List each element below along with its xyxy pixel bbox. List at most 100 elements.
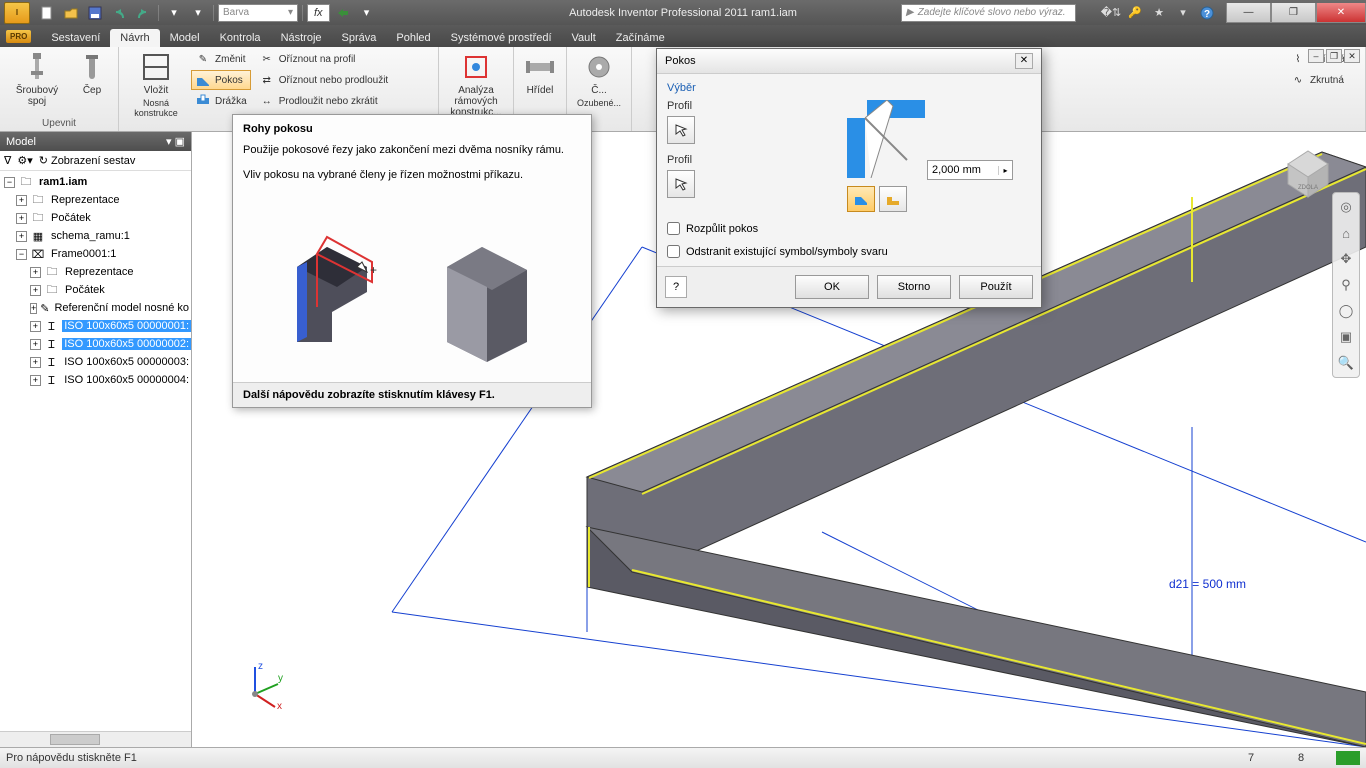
folder-icon: 🗀 bbox=[44, 283, 60, 297]
minimize-button[interactable]: — bbox=[1226, 3, 1271, 23]
help-dropdown[interactable]: ▾ bbox=[1172, 3, 1194, 23]
tree-reprezentace[interactable]: +🗀Reprezentace bbox=[0, 191, 191, 209]
qat-save[interactable] bbox=[84, 3, 106, 23]
tree-frame[interactable]: −⌧Frame0001:1 bbox=[0, 245, 191, 263]
gap-spinner[interactable]: ▸ bbox=[998, 166, 1012, 175]
btn-prodlouzit-zkratit[interactable]: ↔Prodloužit nebo zkrátit bbox=[255, 91, 393, 111]
chk-remove-row[interactable]: Odstranit existující symbol/symboly svar… bbox=[667, 245, 1031, 258]
btn-pokos[interactable]: Pokos bbox=[191, 70, 251, 90]
btn-analyza[interactable]: Analýza rámových konstrukc... bbox=[445, 49, 507, 120]
browser-options[interactable]: ⚙▾ bbox=[17, 154, 32, 167]
chk-split[interactable] bbox=[667, 222, 680, 235]
miter-mode-1[interactable] bbox=[847, 186, 875, 212]
tab-pohled[interactable]: Pohled bbox=[386, 29, 440, 47]
dialog-close-button[interactable]: ✕ bbox=[1015, 53, 1033, 69]
dialog-titlebar[interactable]: Pokos ✕ bbox=[657, 49, 1041, 74]
qat-dropdown[interactable]: ▾ bbox=[356, 3, 378, 23]
apply-button[interactable]: Použít bbox=[959, 275, 1033, 299]
qat-select[interactable]: ▾ bbox=[163, 3, 185, 23]
gap-value[interactable] bbox=[928, 164, 998, 176]
favorites-icon[interactable]: ★ bbox=[1148, 3, 1170, 23]
qat-material[interactable]: ▾ bbox=[187, 3, 209, 23]
tab-zaciname[interactable]: Začínáme bbox=[606, 29, 675, 47]
title-bar: I ▾ ▾ Barva▾ fx ▾ Autodesk Inventor Prof… bbox=[0, 0, 1366, 25]
chk-remove[interactable] bbox=[667, 245, 680, 258]
browser-view-dd[interactable]: ↻ Zobrazení sestav bbox=[39, 154, 136, 167]
miter-mode-2[interactable] bbox=[879, 186, 907, 212]
tree-iso2[interactable]: +ꞮISO 100x60x5 00000002: bbox=[0, 335, 191, 353]
tree-frame-repre[interactable]: +🗀Reprezentace bbox=[0, 263, 191, 281]
gap-input[interactable]: ▸ bbox=[927, 160, 1013, 180]
ok-button[interactable]: OK bbox=[795, 275, 869, 299]
tab-model[interactable]: Model bbox=[160, 29, 210, 47]
app-menu-button[interactable]: I bbox=[4, 2, 30, 24]
tab-navrh[interactable]: Návrh bbox=[110, 29, 159, 47]
mdi-close[interactable]: ✕ bbox=[1344, 49, 1360, 63]
window-controls: — ❐ ✕ bbox=[1226, 3, 1366, 23]
tab-sprava[interactable]: Správa bbox=[332, 29, 387, 47]
group-label: Výběr bbox=[667, 82, 1031, 94]
btn-zmenit[interactable]: ✎Změnit bbox=[191, 49, 251, 69]
svg-text:z: z bbox=[258, 661, 263, 672]
nav-fullnav-icon[interactable]: 🔍 bbox=[1336, 353, 1356, 373]
color-dropdown[interactable]: Barva▾ bbox=[218, 4, 298, 22]
cancel-button[interactable]: Storno bbox=[877, 275, 951, 299]
label: Hřídel bbox=[527, 85, 554, 96]
btn-zkrutna[interactable]: ∿Zkrutná bbox=[1286, 70, 1349, 90]
mdi-min[interactable]: – bbox=[1308, 49, 1324, 63]
help-icon[interactable]: ? bbox=[1196, 3, 1218, 23]
dimension-label[interactable]: d21 = 500 mm bbox=[1169, 577, 1246, 591]
comm-icon[interactable]: 🔑 bbox=[1124, 3, 1146, 23]
btn-sroubovy-spoj[interactable]: Šroubový spoj bbox=[6, 49, 68, 109]
tree-frame-pocatek[interactable]: +🗀Počátek bbox=[0, 281, 191, 299]
btn-oriznout-prodlouzit[interactable]: ⇄Oříznout nebo prodloužit bbox=[255, 70, 393, 90]
btn-vlozit[interactable]: Vložit Nosná konstrukce bbox=[125, 49, 187, 120]
tree-schema[interactable]: +▦schema_ramu:1 bbox=[0, 227, 191, 245]
nav-zoom-icon[interactable]: ⚲ bbox=[1336, 275, 1356, 295]
tab-kontrola[interactable]: Kontrola bbox=[210, 29, 271, 47]
chk-split-row[interactable]: Rozpůlit pokos bbox=[667, 222, 1031, 235]
browser-tree: −🗀ram1.iam +🗀Reprezentace +🗀Počátek +▦sc… bbox=[0, 171, 191, 731]
dialog-help-button[interactable]: ? bbox=[665, 276, 687, 298]
nav-orbit-icon[interactable]: ◯ bbox=[1336, 301, 1356, 321]
browser-hscroll[interactable] bbox=[0, 731, 191, 747]
tree-ref-model[interactable]: +✎Referenční model nosné ko bbox=[0, 299, 191, 317]
folder-icon: 🗀 bbox=[30, 211, 46, 225]
tab-sestaveni[interactable]: Sestavení bbox=[41, 29, 110, 47]
btn-ozubene[interactable]: Č... Ozubené... bbox=[573, 49, 625, 110]
torsion-icon: ∿ bbox=[1290, 72, 1306, 88]
mdi-restore[interactable]: ❐ bbox=[1326, 49, 1342, 63]
nav-pan-icon[interactable]: ✥ bbox=[1336, 249, 1356, 269]
tree-iso3[interactable]: +ꞮISO 100x60x5 00000003: bbox=[0, 353, 191, 371]
tree-root[interactable]: −🗀ram1.iam bbox=[0, 173, 191, 191]
help-search[interactable]: ▶ Zadejte klíčové slovo nebo výraz. bbox=[901, 4, 1076, 22]
tab-vault[interactable]: Vault bbox=[562, 29, 606, 47]
subscription-icon[interactable]: �⇅ bbox=[1100, 3, 1122, 23]
qat-open[interactable] bbox=[60, 3, 82, 23]
browser-titlebar[interactable]: Model▾ ▣ bbox=[0, 132, 191, 151]
qat-redo[interactable] bbox=[132, 3, 154, 23]
tree-iso1[interactable]: +ꞮISO 100x60x5 00000001: bbox=[0, 317, 191, 335]
qat-new[interactable] bbox=[36, 3, 58, 23]
tree-iso4[interactable]: +ꞮISO 100x60x5 00000004: bbox=[0, 371, 191, 389]
maximize-button[interactable]: ❐ bbox=[1271, 3, 1316, 23]
close-button[interactable]: ✕ bbox=[1316, 3, 1366, 23]
fx-button[interactable]: fx bbox=[307, 4, 330, 22]
btn-hridel[interactable]: Hřídel bbox=[520, 49, 560, 98]
label2: Ozubené... bbox=[577, 98, 621, 108]
btn-oriznout-profil[interactable]: ✂Oříznout na profil bbox=[255, 49, 393, 69]
select-profile-2[interactable] bbox=[667, 170, 695, 198]
tab-sys[interactable]: Systémové prostředí bbox=[441, 29, 562, 47]
nav-home-icon[interactable]: ⌂ bbox=[1336, 223, 1356, 243]
label: Čep bbox=[83, 85, 101, 96]
select-profile-1[interactable] bbox=[667, 116, 695, 144]
nav-lookat-icon[interactable]: ▣ bbox=[1336, 327, 1356, 347]
qat-return[interactable] bbox=[332, 3, 354, 23]
qat-undo[interactable] bbox=[108, 3, 130, 23]
filter-icon[interactable]: ∇ bbox=[4, 154, 11, 167]
tab-nastroje[interactable]: Nástroje bbox=[271, 29, 332, 47]
tree-pocatek[interactable]: +🗀Počátek bbox=[0, 209, 191, 227]
nav-wheel-icon[interactable]: ◎ bbox=[1336, 197, 1356, 217]
btn-drazka[interactable]: Drážka bbox=[191, 91, 251, 111]
btn-cep[interactable]: Čep bbox=[72, 49, 112, 98]
